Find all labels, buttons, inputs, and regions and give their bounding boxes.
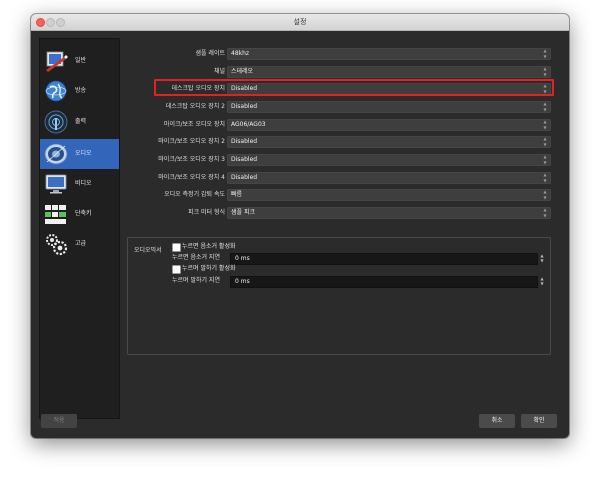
select-value: 샘플 피크 xyxy=(231,209,255,216)
desktop-audio-device-2-select[interactable]: Disabled ▲ ▼ xyxy=(227,101,551,113)
chevron-updown-icon: ▲ ▼ xyxy=(543,189,547,200)
advanced-gear-icon xyxy=(46,234,68,256)
sidebar-label: 단축키 xyxy=(75,210,92,217)
settings-window: 설정 일반 방송 출력 오디오 비디오 단축키 고급 샘플 레이트 48khz … xyxy=(31,14,569,438)
push-to-mute-delay-input[interactable]: 0 ms xyxy=(230,253,538,265)
chevron-updown-icon: ▲ ▼ xyxy=(543,48,547,59)
sample-rate-select[interactable]: 48khz ▲ ▼ xyxy=(227,48,551,60)
select-value: AG06/AG03 xyxy=(231,121,266,128)
audio-mixer-label: 오디오믹서 xyxy=(134,247,162,254)
sidebar-item-audio[interactable]: 오디오 xyxy=(40,139,119,169)
chevron-updown-icon: ▲ ▼ xyxy=(543,83,547,94)
setting-row-desktop-audio-2: 데스크탑 오디오 장치 2 Disabled ▲ ▼ xyxy=(127,101,553,113)
spin-value: 0 ms xyxy=(235,255,250,262)
sidebar-item-output[interactable]: 출력 xyxy=(40,107,119,137)
setting-row-channels: 채널 스테레오 ▲ ▼ xyxy=(127,66,553,78)
chevron-updown-icon: ▲ ▼ xyxy=(543,172,547,183)
push-to-mute-checkbox[interactable] xyxy=(172,243,181,252)
sidebar-item-video[interactable]: 비디오 xyxy=(40,169,119,199)
select-value: Disabled xyxy=(231,174,258,181)
push-to-mute-delay-label: 누르면 음소거 지연 xyxy=(172,254,220,261)
select-value: 48khz xyxy=(231,50,250,57)
sidebar-item-hotkeys[interactable]: 단축키 xyxy=(40,199,119,229)
cancel-button[interactable]: 취소 xyxy=(479,414,515,428)
mic-aux-device-2-select[interactable]: Disabled ▲ ▼ xyxy=(227,136,551,148)
setting-row-mic-aux: 마이크/보조 오디오 장치 AG06/AG03 ▲ ▼ xyxy=(127,119,553,131)
setting-label: 오디오 측정기 감퇴 속도 xyxy=(164,191,225,198)
setting-label: 마이크/보조 오디오 장치 xyxy=(163,121,225,128)
select-value: 스테레오 xyxy=(231,68,254,75)
sidebar-label: 방송 xyxy=(75,87,87,94)
chevron-updown-icon: ▲ ▼ xyxy=(543,207,547,218)
push-to-mute-label: 누르면 음소거 활성화 xyxy=(182,243,236,250)
meter-decay-rate-select[interactable]: 빠름 ▲ ▼ xyxy=(227,189,551,201)
chevron-updown-icon: ▲ ▼ xyxy=(543,154,547,165)
sidebar-item-advanced[interactable]: 고급 xyxy=(40,229,119,259)
window-title: 설정 xyxy=(293,18,307,26)
setting-label: 마이크/보조 오디오 장치 3 xyxy=(158,156,225,163)
setting-label: 데스크탑 오디오 장치 2 xyxy=(165,103,225,110)
chevron-updown-icon: ▲ ▼ xyxy=(543,136,547,147)
audio-icon xyxy=(44,143,68,165)
apply-button[interactable]: 적용 xyxy=(41,414,77,428)
setting-row-peak-meter: 피크 미터 형식 샘플 피크 ▲ ▼ xyxy=(127,207,553,219)
video-icon xyxy=(45,174,67,194)
chevron-updown-icon: ▲ ▼ xyxy=(543,101,547,112)
settings-sidebar: 일반 방송 출력 오디오 비디오 단축키 고급 xyxy=(39,38,120,419)
hotkeys-icon xyxy=(45,205,66,224)
chevron-updown-icon: ▲ ▼ xyxy=(543,66,547,77)
setting-row-desktop-audio: 데스크탑 오디오 장치 Disabled ▲ ▼ xyxy=(127,83,553,95)
setting-label: 마이크/보조 오디오 장치 2 xyxy=(158,138,225,145)
audio-mixer-group: 오디오믹서 누르면 음소거 활성화 누르면 음소거 지연 0 ms ▲ ▼ 누르며… xyxy=(127,237,551,355)
channels-select[interactable]: 스테레오 ▲ ▼ xyxy=(227,66,551,78)
select-value: Disabled xyxy=(231,103,258,110)
setting-label: 채널 xyxy=(213,68,225,75)
select-value: Disabled xyxy=(231,85,258,92)
general-icon xyxy=(46,51,68,72)
sidebar-label: 비디오 xyxy=(75,180,92,187)
setting-label: 데스크탑 오디오 장치 xyxy=(171,85,226,92)
peak-meter-type-select[interactable]: 샘플 피크 ▲ ▼ xyxy=(227,207,551,219)
setting-row-mic-aux-2: 마이크/보조 오디오 장치 2 Disabled ▲ ▼ xyxy=(127,136,553,148)
push-to-talk-label: 누르며 말하기 활성화 xyxy=(182,265,236,272)
push-to-mute-delay-stepper-icon[interactable]: ▲ ▼ xyxy=(538,253,546,263)
select-value: Disabled xyxy=(231,138,258,145)
chevron-updown-icon: ▲ ▼ xyxy=(543,119,547,130)
setting-row-mic-aux-3: 마이크/보조 오디오 장치 3 Disabled ▲ ▼ xyxy=(127,154,553,166)
setting-row-mic-aux-4: 마이크/보조 오디오 장치 4 Disabled ▲ ▼ xyxy=(127,172,553,184)
output-icon xyxy=(44,110,68,134)
setting-label: 샘플 레이트 xyxy=(195,50,225,57)
ok-button[interactable]: 확인 xyxy=(521,414,557,428)
stream-icon xyxy=(45,80,67,102)
sidebar-label: 오디오 xyxy=(75,150,92,157)
sidebar-item-stream[interactable]: 방송 xyxy=(40,76,119,106)
title-bar: 설정 xyxy=(31,14,569,31)
setting-label: 피크 미터 형식 xyxy=(188,209,225,216)
spin-value: 0 ms xyxy=(235,278,250,285)
push-to-talk-checkbox[interactable] xyxy=(172,265,181,274)
audio-settings-panel: 샘플 레이트 48khz ▲ ▼ 채널 스테레오 ▲ ▼ 데스크탑 오디오 장치 D… xyxy=(127,44,563,424)
push-to-talk-delay-input[interactable]: 0 ms xyxy=(230,276,538,288)
sidebar-label: 출력 xyxy=(75,118,87,125)
select-value: 빠름 xyxy=(231,191,243,198)
setting-row-meter-decay: 오디오 측정기 감퇴 속도 빠름 ▲ ▼ xyxy=(127,189,553,201)
desktop-audio-device-select[interactable]: Disabled ▲ ▼ xyxy=(227,83,551,95)
sidebar-item-general[interactable]: 일반 xyxy=(40,46,119,76)
setting-row-sample-rate: 샘플 레이트 48khz ▲ ▼ xyxy=(127,48,553,60)
mic-aux-device-4-select[interactable]: Disabled ▲ ▼ xyxy=(227,172,551,184)
setting-label: 마이크/보조 오디오 장치 4 xyxy=(158,174,225,181)
select-value: Disabled xyxy=(231,156,258,163)
mic-aux-device-3-select[interactable]: Disabled ▲ ▼ xyxy=(227,154,551,166)
push-to-talk-delay-label: 누르며 말하기 지연 xyxy=(172,277,220,284)
sidebar-label: 일반 xyxy=(75,57,87,64)
push-to-talk-delay-stepper-icon[interactable]: ▲ ▼ xyxy=(538,276,546,286)
mic-aux-device-select[interactable]: AG06/AG03 ▲ ▼ xyxy=(227,119,551,131)
sidebar-label: 고급 xyxy=(75,240,87,247)
